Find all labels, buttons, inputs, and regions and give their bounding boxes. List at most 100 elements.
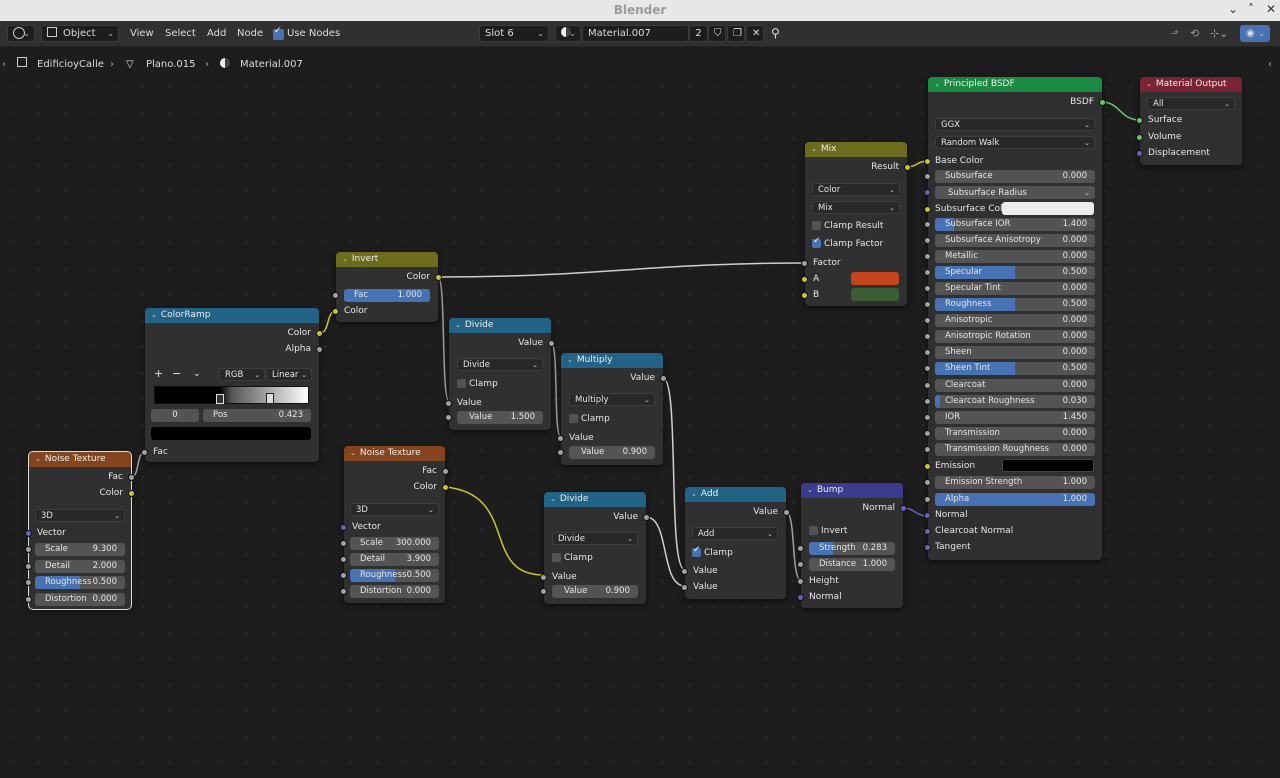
- input-socket[interactable]: [25, 595, 32, 603]
- value-field[interactable]: Value 1.500: [457, 411, 543, 424]
- node-noise-texture-2[interactable]: ⌄ Noise Texture Fac Color 3D ⌄ Vector Scal…: [340, 446, 449, 603]
- node-mix[interactable]: ⌄Mix Result Color⌄ Mix⌄ Clamp Result Cla…: [801, 142, 911, 306]
- input-socket[interactable]: [25, 562, 32, 570]
- value-field[interactable]: Subsurface 0.000: [935, 170, 1095, 183]
- object-mode-dropdown[interactable]: Object ⌄: [41, 25, 119, 42]
- input-socket-base-color[interactable]: [924, 158, 931, 165]
- clamp-checkbox[interactable]: [457, 379, 466, 388]
- menu-node[interactable]: Node: [237, 26, 263, 41]
- input-socket-fac[interactable]: [332, 292, 339, 299]
- input-socket[interactable]: [924, 445, 931, 453]
- use-nodes-checkbox[interactable]: [273, 26, 284, 40]
- collapse-icon[interactable]: ⌄: [455, 321, 461, 329]
- node-header[interactable]: ⌄ ColorRamp: [145, 308, 319, 323]
- slot-dropdown[interactable]: Slot 6 ⌄: [479, 25, 549, 42]
- pin-icon[interactable]: ⚲: [771, 26, 780, 41]
- input-socket[interactable]: [924, 381, 931, 389]
- menu-view[interactable]: View: [130, 26, 154, 41]
- stop-position-field[interactable]: Pos 0.423: [203, 409, 311, 422]
- input-socket-subsurface-radius[interactable]: [924, 189, 931, 196]
- input-socket[interactable]: [340, 572, 347, 579]
- clamp-result-checkbox[interactable]: [812, 221, 821, 230]
- input-socket[interactable]: [340, 588, 347, 595]
- collapse-icon[interactable]: ⌄: [807, 486, 813, 494]
- node-header[interactable]: ⌄ Invert: [336, 252, 438, 267]
- fake-user-button[interactable]: ⛉: [708, 25, 726, 42]
- input-socket-value[interactable]: [681, 584, 688, 591]
- node-header[interactable]: ⌄ Noise Texture: [29, 452, 131, 467]
- value-field[interactable]: Subsurface IOR 1.400: [935, 218, 1095, 231]
- output-socket-value[interactable]: [660, 375, 667, 382]
- collapse-icon[interactable]: ⌄: [1146, 80, 1152, 88]
- output-socket-bsdf[interactable]: [1099, 99, 1106, 106]
- input-socket-vector[interactable]: [25, 530, 32, 537]
- color-b-swatch[interactable]: [851, 288, 899, 301]
- node-divide-2[interactable]: ⌄ Divide Value Divide ⌄ Clamp Value Value 0…: [540, 492, 650, 604]
- close-icon[interactable]: ✕: [1266, 2, 1276, 16]
- value-field[interactable]: Detail 3.900: [350, 553, 439, 566]
- menu-add[interactable]: Add: [207, 26, 226, 41]
- input-socket[interactable]: [924, 365, 931, 373]
- value-field[interactable]: Value 0.900: [552, 585, 638, 598]
- node-header[interactable]: ⌄ Multiply: [561, 353, 663, 368]
- value-field[interactable]: Metallic 0.000: [935, 250, 1095, 264]
- clamp-checkbox[interactable]: [569, 414, 578, 423]
- value-field[interactable]: Specular Tint 0.000: [935, 282, 1095, 296]
- output-socket-normal[interactable]: [900, 505, 907, 512]
- subsurface-radius-dropdown[interactable]: Subsurface Radius ⌄: [935, 186, 1095, 199]
- value-field[interactable]: Roughness 0.500: [35, 576, 125, 589]
- input-socket[interactable]: [25, 579, 32, 586]
- node-colorramp[interactable]: ⌄ ColorRamp Color Alpha + − ⌄ RGB ⌄ Linear…: [141, 308, 323, 462]
- stop-color-swatch[interactable]: [151, 427, 311, 440]
- node-multiply[interactable]: ⌄ Multiply Value Multiply ⌄ Clamp Value Va…: [557, 353, 667, 465]
- input-socket[interactable]: [924, 173, 931, 180]
- input-socket-factor[interactable]: [801, 260, 808, 267]
- value-field[interactable]: Alpha 1.000: [935, 492, 1095, 506]
- user-count-button[interactable]: 2: [689, 25, 708, 42]
- input-socket[interactable]: [924, 221, 931, 228]
- collapse-icon[interactable]: ⌄: [550, 495, 556, 503]
- collapse-icon[interactable]: ⌄: [342, 255, 348, 263]
- material-browse-button[interactable]: ⌄: [555, 25, 581, 42]
- clamp-checkbox[interactable]: [692, 545, 701, 557]
- color-mode-dropdown[interactable]: RGB ⌄: [219, 368, 265, 381]
- dimensions-dropdown[interactable]: 3D ⌄: [350, 503, 439, 516]
- value-field[interactable]: Sheen Tint 0.500: [935, 362, 1095, 376]
- duplicate-material-button[interactable]: ❐: [727, 25, 745, 42]
- minimize-icon[interactable]: ⌄: [1228, 2, 1238, 16]
- snap-icon[interactable]: ⟲: [1190, 26, 1199, 41]
- input-socket[interactable]: [924, 317, 931, 325]
- maximize-icon[interactable]: ˄: [1248, 2, 1254, 16]
- value-field[interactable]: Clearcoat Roughness 0.030: [935, 394, 1095, 408]
- value-field[interactable]: Anisotropic 0.000: [935, 314, 1095, 328]
- output-socket-value[interactable]: [783, 509, 790, 516]
- node-divide-1[interactable]: ⌄ Divide Value Divide ⌄ Clamp Value Value 1…: [445, 318, 555, 430]
- unlink-material-button[interactable]: ✕: [746, 25, 764, 42]
- operation-dropdown[interactable]: Add ⌄: [692, 527, 778, 540]
- value-field[interactable]: Distortion 0.000: [35, 592, 125, 606]
- node-principled-bsdf[interactable]: ⌄ Principled BSDF BSDF GGX ⌄ Random Walk ⌄ …: [924, 77, 1106, 560]
- output-socket-fac[interactable]: [442, 468, 449, 475]
- input-socket-value[interactable]: [557, 449, 564, 456]
- node-header[interactable]: ⌄ Mix: [805, 142, 907, 157]
- input-socket[interactable]: [924, 237, 931, 245]
- output-socket-color[interactable]: [128, 490, 135, 497]
- output-socket-alpha[interactable]: [316, 346, 323, 353]
- overlay-toggle[interactable]: ◉ ⌄: [1240, 25, 1270, 42]
- input-socket-a[interactable]: [801, 276, 808, 283]
- node-header[interactable]: ⌄ Bump: [801, 483, 903, 498]
- distance-field[interactable]: Distance 1.000: [809, 558, 895, 571]
- value-field[interactable]: Sheen 0.000: [935, 346, 1095, 360]
- input-socket-volume[interactable]: [1136, 134, 1143, 141]
- input-socket-value[interactable]: [540, 574, 547, 581]
- value-field[interactable]: Clearcoat 0.000: [935, 378, 1095, 392]
- value-field[interactable]: Roughness 0.500: [935, 298, 1095, 312]
- collapse-icon[interactable]: ⌄: [811, 145, 817, 153]
- input-socket[interactable]: [924, 349, 931, 357]
- value-field[interactable]: Specular 0.500: [935, 266, 1095, 280]
- add-stop-button[interactable]: +: [154, 367, 163, 381]
- value-field[interactable]: Transmission Roughness 0.000: [935, 442, 1095, 456]
- sidebar-toggle-icon[interactable]: ‹: [1268, 57, 1272, 72]
- output-socket-color[interactable]: [316, 330, 323, 337]
- input-socket[interactable]: [924, 285, 931, 293]
